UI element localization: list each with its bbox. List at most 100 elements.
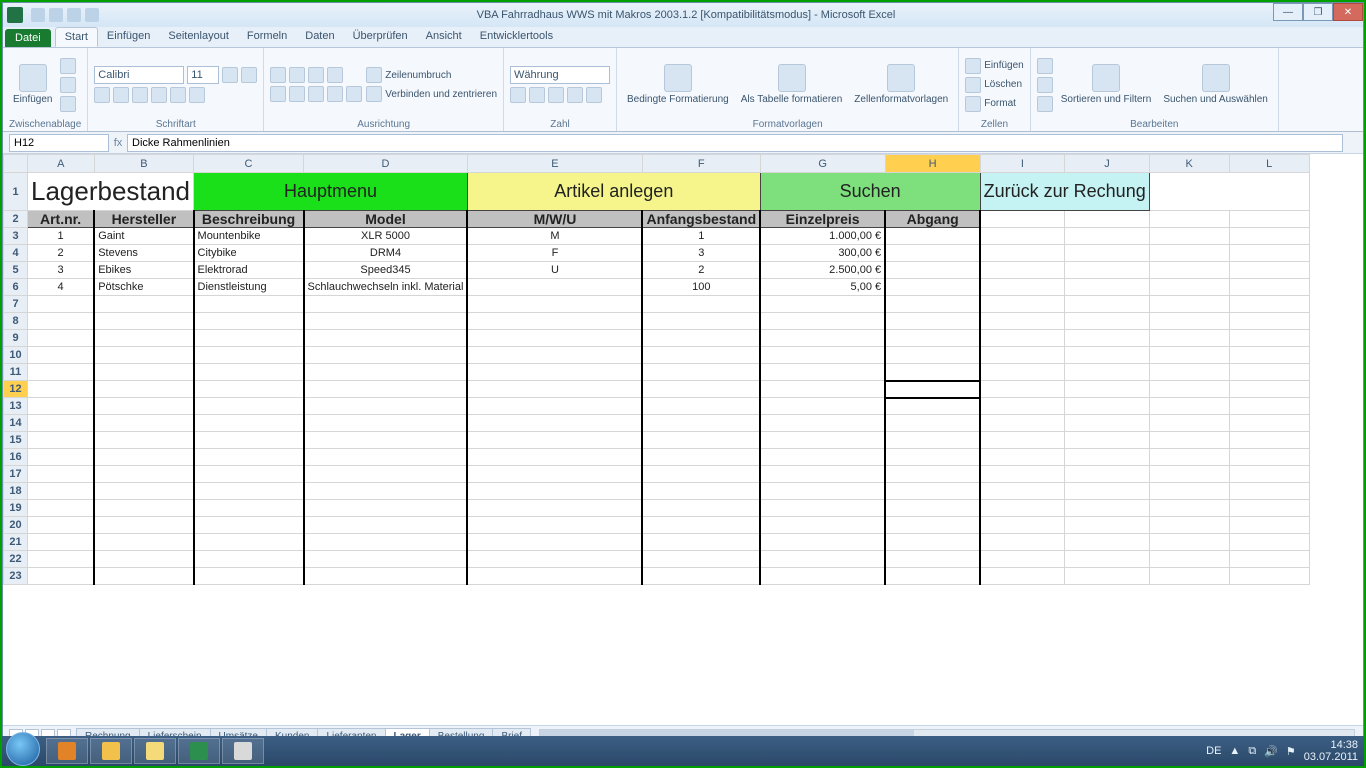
bold-icon[interactable]	[94, 87, 110, 103]
cell[interactable]	[94, 517, 193, 534]
cell[interactable]	[94, 415, 193, 432]
cell[interactable]	[1065, 432, 1150, 449]
cell[interactable]	[467, 483, 642, 500]
row-header[interactable]: 23	[4, 568, 28, 585]
cell[interactable]	[1149, 364, 1229, 381]
cell[interactable]	[94, 398, 193, 415]
cell[interactable]: 2	[28, 245, 95, 262]
cell[interactable]	[885, 313, 980, 330]
cell[interactable]	[1149, 568, 1229, 585]
cell[interactable]	[94, 449, 193, 466]
maximize-button[interactable]: ❐	[1303, 3, 1333, 21]
qat-undo-icon[interactable]	[49, 8, 63, 22]
col-header-E[interactable]: E	[467, 155, 642, 173]
align-left-icon[interactable]	[270, 86, 286, 102]
cell[interactable]	[304, 313, 468, 330]
cell[interactable]	[194, 347, 304, 364]
tray-lang[interactable]: DE	[1206, 745, 1221, 757]
cell[interactable]	[885, 330, 980, 347]
cell[interactable]	[1229, 347, 1309, 364]
cell[interactable]	[1149, 500, 1229, 517]
cell[interactable]	[194, 483, 304, 500]
cell[interactable]	[28, 364, 95, 381]
cell[interactable]	[1229, 500, 1309, 517]
cell[interactable]	[1229, 415, 1309, 432]
taskbar-excel[interactable]	[178, 738, 220, 764]
wrap-icon[interactable]	[366, 67, 382, 83]
cell[interactable]	[760, 449, 885, 466]
cell[interactable]: 4	[28, 279, 95, 296]
align-top-icon[interactable]	[270, 67, 286, 83]
ribbon-tab-seitenlayout[interactable]: Seitenlayout	[159, 27, 238, 47]
format-painter-icon[interactable]	[60, 96, 76, 112]
cell[interactable]: Citybike	[194, 245, 304, 262]
number-format-select[interactable]: Währung	[510, 66, 610, 84]
cell[interactable]	[980, 449, 1065, 466]
row-header[interactable]: 22	[4, 551, 28, 568]
cell[interactable]	[304, 466, 468, 483]
ribbon-tab-einfügen[interactable]: Einfügen	[98, 27, 159, 47]
cell[interactable]	[885, 466, 980, 483]
cell[interactable]	[304, 568, 468, 585]
cell[interactable]	[94, 568, 193, 585]
cell[interactable]	[94, 534, 193, 551]
cell[interactable]	[1149, 381, 1229, 398]
cell[interactable]	[1065, 313, 1150, 330]
cell[interactable]	[642, 483, 760, 500]
cell[interactable]	[94, 432, 193, 449]
dec-inc-icon[interactable]	[567, 87, 583, 103]
cell[interactable]	[760, 466, 885, 483]
cell[interactable]	[885, 347, 980, 364]
col-header-J[interactable]: J	[1065, 155, 1150, 173]
cell[interactable]	[1149, 449, 1229, 466]
cell[interactable]: Speed345	[304, 262, 468, 279]
cell[interactable]	[467, 432, 642, 449]
row-header[interactable]: 8	[4, 313, 28, 330]
align-bot-icon[interactable]	[308, 67, 324, 83]
row-header[interactable]: 21	[4, 534, 28, 551]
cell[interactable]	[642, 449, 760, 466]
cell[interactable]	[642, 500, 760, 517]
cell[interactable]	[304, 449, 468, 466]
cell[interactable]	[1149, 534, 1229, 551]
cell[interactable]	[1065, 415, 1150, 432]
macro-button-1[interactable]: Artikel anlegen	[467, 173, 760, 211]
cell[interactable]	[94, 551, 193, 568]
taskbar-explorer[interactable]	[134, 738, 176, 764]
cell[interactable]	[642, 364, 760, 381]
cell[interactable]: 100	[642, 279, 760, 296]
row-header[interactable]: 15	[4, 432, 28, 449]
cell[interactable]	[642, 330, 760, 347]
cell[interactable]	[28, 568, 95, 585]
cell[interactable]	[28, 432, 95, 449]
cell[interactable]	[28, 449, 95, 466]
dec-dec-icon[interactable]	[586, 87, 602, 103]
row-header[interactable]: 5	[4, 262, 28, 279]
cell[interactable]	[28, 296, 95, 313]
row-header[interactable]: 3	[4, 228, 28, 245]
cell[interactable]	[28, 517, 95, 534]
col-header-G[interactable]: G	[760, 155, 885, 173]
cell[interactable]	[885, 245, 980, 262]
cell[interactable]	[1229, 364, 1309, 381]
cell[interactable]	[885, 381, 980, 398]
cell[interactable]	[642, 398, 760, 415]
cell[interactable]: U	[467, 262, 642, 279]
cell[interactable]: Mountenbike	[194, 228, 304, 245]
cell[interactable]	[1229, 398, 1309, 415]
file-tab[interactable]: Datei	[5, 29, 51, 47]
macro-button-2[interactable]: Suchen	[760, 173, 980, 211]
cell[interactable]	[980, 568, 1065, 585]
cell[interactable]: Gaint	[94, 228, 193, 245]
sort-filter-button[interactable]: Sortieren und Filtern	[1057, 62, 1156, 107]
col-header-L[interactable]: L	[1229, 155, 1309, 173]
cell[interactable]	[467, 364, 642, 381]
cell[interactable]: M	[467, 228, 642, 245]
cell[interactable]	[467, 381, 642, 398]
cell[interactable]	[1229, 296, 1309, 313]
cell[interactable]	[760, 534, 885, 551]
cell[interactable]	[1229, 313, 1309, 330]
cell[interactable]	[885, 517, 980, 534]
ribbon-tab-start[interactable]: Start	[55, 27, 98, 47]
cell[interactable]	[980, 381, 1065, 398]
